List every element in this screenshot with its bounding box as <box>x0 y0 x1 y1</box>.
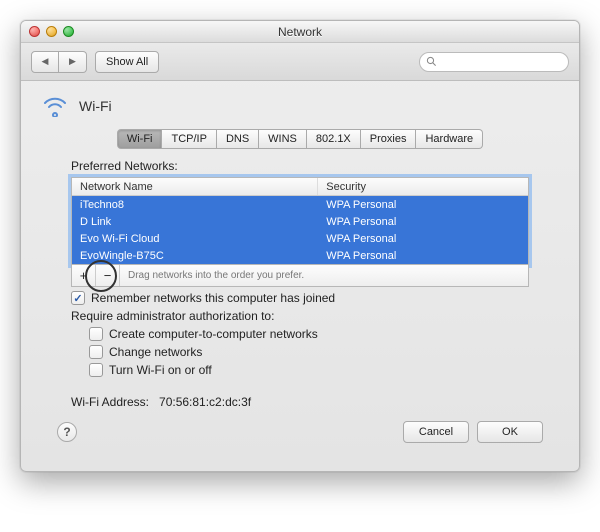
require-admin-label: Require administrator authorization to: <box>71 309 529 323</box>
wifi-address-value: 70:56:81:c2:dc:3f <box>159 395 251 409</box>
tab-bar: Wi-Fi TCP/IP DNS WINS 802.1X Proxies Har… <box>41 129 559 149</box>
sheet-title: Wi-Fi <box>79 98 112 114</box>
cell-security: WPA Personal <box>318 213 528 230</box>
tab-wins[interactable]: WINS <box>259 129 307 149</box>
wifi-icon <box>41 95 69 117</box>
tab-hardware[interactable]: Hardware <box>416 129 483 149</box>
opt-change-checkbox[interactable] <box>89 345 103 359</box>
advanced-sheet: Wi-Fi Wi-Fi TCP/IP DNS WINS 802.1X Proxi… <box>21 81 579 471</box>
nav-back-forward: ◀ ▶ <box>31 51 87 73</box>
cell-security: WPA Personal <box>318 230 528 247</box>
ok-button[interactable]: OK <box>477 421 543 443</box>
back-button[interactable]: ◀ <box>31 51 59 73</box>
cell-name: D Link <box>72 213 318 230</box>
wifi-address-label: Wi-Fi Address: <box>71 395 149 409</box>
opt-change-row: Change networks <box>89 345 529 359</box>
chevron-left-icon: ◀ <box>42 56 49 67</box>
window-title: Network <box>21 25 579 39</box>
show-all-button[interactable]: Show All <box>95 51 159 73</box>
remember-networks-row: Remember networks this computer has join… <box>71 291 529 305</box>
cell-security: WPA Personal <box>318 196 528 213</box>
help-button[interactable]: ? <box>57 422 77 442</box>
cancel-button[interactable]: Cancel <box>403 421 469 443</box>
opt-change-label: Change networks <box>109 345 202 359</box>
table-footer: + − Drag networks into the order you pre… <box>71 265 529 287</box>
cell-name: iTechno8 <box>72 196 318 213</box>
drag-hint: Drag networks into the order you prefer. <box>120 270 304 281</box>
opt-create-row: Create computer-to-computer networks <box>89 327 529 341</box>
network-preferences-window: Network ◀ ▶ Show All Wi-Fi Wi-Fi TCP/IP … <box>20 20 580 472</box>
toolbar: ◀ ▶ Show All <box>21 43 579 81</box>
search-field[interactable] <box>419 52 569 72</box>
titlebar: Network <box>21 21 579 43</box>
wifi-tab-content: Preferred Networks: Network Name Securit… <box>41 159 559 409</box>
remember-networks-checkbox[interactable] <box>71 291 85 305</box>
cell-name: Evo Wi-Fi Cloud <box>72 230 318 247</box>
sheet-footer: ? Cancel OK <box>41 409 559 457</box>
table-row[interactable]: Evo Wi-Fi Cloud WPA Personal <box>72 230 528 247</box>
cell-security: WPA Personal <box>318 247 528 264</box>
opt-toggle-row: Turn Wi-Fi on or off <box>89 363 529 377</box>
tab-tcpip[interactable]: TCP/IP <box>162 129 216 149</box>
table-row[interactable]: iTechno8 WPA Personal <box>72 196 528 213</box>
opt-toggle-label: Turn Wi-Fi on or off <box>109 363 212 377</box>
cell-name: EvoWingle-B75C <box>72 247 318 264</box>
table-header: Network Name Security <box>72 178 528 196</box>
preferred-networks-table[interactable]: Network Name Security iTechno8 WPA Perso… <box>71 177 529 265</box>
tab-8021x[interactable]: 802.1X <box>307 129 361 149</box>
col-network-name[interactable]: Network Name <box>72 178 318 195</box>
opt-toggle-checkbox[interactable] <box>89 363 103 377</box>
remember-networks-label: Remember networks this computer has join… <box>91 291 335 305</box>
opt-create-label: Create computer-to-computer networks <box>109 327 318 341</box>
table-row[interactable]: EvoWingle-B75C WPA Personal <box>72 247 528 264</box>
search-icon <box>426 56 437 67</box>
tab-dns[interactable]: DNS <box>217 129 259 149</box>
remove-network-button[interactable]: − <box>96 265 120 286</box>
wifi-address-row: Wi-Fi Address: 70:56:81:c2:dc:3f <box>71 395 529 409</box>
table-row[interactable]: D Link WPA Personal <box>72 213 528 230</box>
tab-wifi[interactable]: Wi-Fi <box>117 129 163 149</box>
opt-create-checkbox[interactable] <box>89 327 103 341</box>
add-network-button[interactable]: + <box>72 265 96 286</box>
chevron-right-icon: ▶ <box>69 56 76 67</box>
forward-button[interactable]: ▶ <box>59 51 87 73</box>
preferred-networks-label: Preferred Networks: <box>71 159 529 173</box>
col-security[interactable]: Security <box>318 178 528 195</box>
sheet-header: Wi-Fi <box>41 91 559 125</box>
tab-proxies[interactable]: Proxies <box>361 129 417 149</box>
